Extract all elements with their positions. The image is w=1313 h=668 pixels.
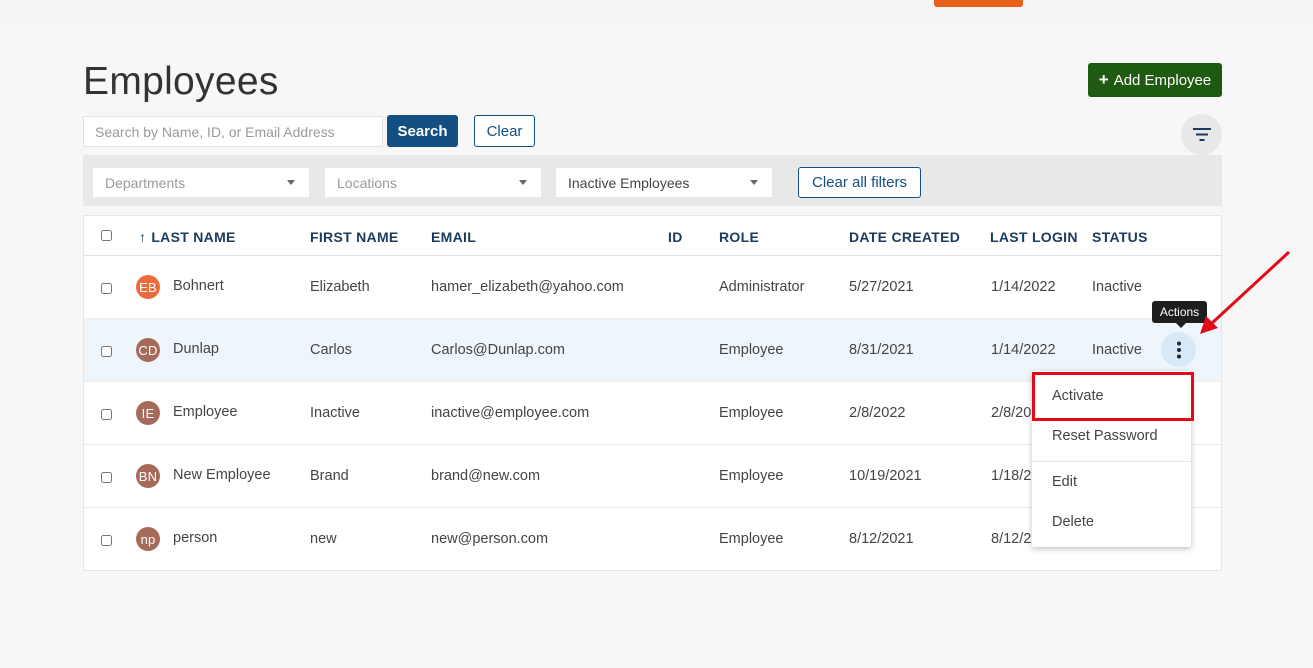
row-checkbox[interactable]: [101, 472, 112, 483]
cell-last-login: 1/14/2022: [991, 342, 1056, 358]
filter-icon: [1192, 128, 1211, 141]
column-header-last-name-label: LAST NAME: [151, 229, 236, 245]
column-header-date-created[interactable]: DATE CREATED: [849, 229, 960, 245]
cell-last-login: 1/14/2022: [991, 279, 1056, 295]
chevron-down-icon: [519, 180, 527, 185]
locations-select-text: Locations: [337, 174, 397, 191]
chevron-down-icon: [750, 180, 758, 185]
search-input[interactable]: [83, 116, 383, 147]
column-header-id[interactable]: ID: [668, 229, 683, 245]
cell-role: Employee: [719, 405, 784, 421]
cell-last-name: person: [173, 530, 218, 546]
column-header-last-name[interactable]: ↑ LAST NAME: [139, 229, 236, 245]
cell-role: Employee: [719, 468, 784, 484]
plus-icon: +: [1098, 70, 1109, 89]
cell-status: Inactive: [1092, 342, 1142, 358]
table-header: ↑ LAST NAME FIRST NAME EMAIL ID ROLE DATE…: [84, 216, 1221, 256]
menu-item-delete[interactable]: Delete: [1032, 502, 1191, 542]
departments-select[interactable]: Departments: [92, 167, 310, 198]
select-all-checkbox[interactable]: [101, 230, 112, 241]
search-button[interactable]: Search: [387, 115, 458, 147]
column-header-status[interactable]: STATUS: [1092, 229, 1148, 245]
cell-date-created: 2/8/2022: [849, 405, 906, 421]
cell-last-login: 1/18/2: [991, 468, 1032, 484]
cell-first-name: Brand: [310, 468, 349, 484]
cell-email: hamer_elizabeth@yahoo.com: [431, 279, 624, 295]
locations-select[interactable]: Locations: [324, 167, 542, 198]
cell-email: inactive@employee.com: [431, 405, 590, 421]
avatar: EB: [136, 275, 160, 299]
cell-email: brand@new.com: [431, 468, 541, 484]
row-checkbox[interactable]: [101, 535, 112, 546]
cell-date-created: 8/31/2021: [849, 342, 914, 358]
cell-role: Administrator: [719, 279, 805, 295]
clear-search-button[interactable]: Clear: [474, 115, 535, 147]
cell-first-name: Elizabeth: [310, 279, 370, 295]
cell-first-name: Carlos: [310, 342, 352, 358]
cell-first-name: Inactive: [310, 405, 360, 421]
row-checkbox[interactable]: [101, 409, 112, 420]
cell-last-name: Employee: [173, 404, 238, 420]
kebab-menu-icon: [1176, 341, 1181, 358]
cell-email: Carlos@Dunlap.com: [431, 342, 565, 358]
cell-role: Employee: [719, 342, 784, 358]
filter-toggle-button[interactable]: [1181, 114, 1222, 155]
add-employee-button[interactable]: + Add Employee: [1088, 63, 1222, 97]
sort-ascending-icon: ↑: [139, 229, 147, 245]
row-actions-button[interactable]: [1161, 332, 1196, 367]
top-accent-bar: [934, 0, 1023, 7]
cell-role: Employee: [719, 531, 784, 547]
column-header-last-login[interactable]: LAST LOGIN: [990, 229, 1078, 245]
column-header-role[interactable]: ROLE: [719, 229, 759, 245]
page-title: Employees: [83, 60, 279, 103]
cell-last-name: Bohnert: [173, 278, 224, 294]
cell-last-name: Dunlap: [173, 341, 219, 357]
column-header-first-name[interactable]: FIRST NAME: [310, 229, 399, 245]
status-select-text: Inactive Employees: [568, 174, 690, 191]
actions-menu: Activate Reset Password Edit Delete: [1032, 371, 1191, 547]
top-bar: [0, 0, 1313, 24]
cell-date-created: 5/27/2021: [849, 279, 914, 295]
column-header-email[interactable]: EMAIL: [431, 229, 476, 245]
status-select[interactable]: Inactive Employees: [555, 167, 773, 198]
cell-status: Inactive: [1092, 279, 1142, 295]
add-employee-label: Add Employee: [1113, 71, 1212, 89]
menu-item-activate[interactable]: Activate: [1032, 376, 1191, 416]
cell-first-name: new: [310, 531, 337, 547]
row-checkbox[interactable]: [101, 283, 112, 294]
departments-select-text: Departments: [105, 174, 186, 191]
cell-email: new@person.com: [431, 531, 549, 547]
row-checkbox[interactable]: [101, 346, 112, 357]
avatar: BN: [136, 464, 160, 488]
avatar: CD: [136, 338, 160, 362]
chevron-down-icon: [287, 180, 295, 185]
cell-last-login: 8/12/2: [991, 531, 1032, 547]
actions-tooltip: Actions: [1152, 301, 1207, 328]
cell-last-name: New Employee: [173, 467, 271, 483]
avatar: np: [136, 527, 160, 551]
cell-last-login: 2/8/20: [991, 405, 1032, 421]
clear-all-filters-button[interactable]: Clear all filters: [798, 167, 921, 198]
cell-date-created: 10/19/2021: [849, 468, 922, 484]
avatar: IE: [136, 401, 160, 425]
menu-item-reset-password[interactable]: Reset Password: [1032, 416, 1191, 456]
cell-date-created: 8/12/2021: [849, 531, 914, 547]
table-row[interactable]: EB Bohnert Elizabeth hamer_elizabeth@yah…: [84, 256, 1221, 319]
menu-item-edit[interactable]: Edit: [1032, 462, 1191, 502]
